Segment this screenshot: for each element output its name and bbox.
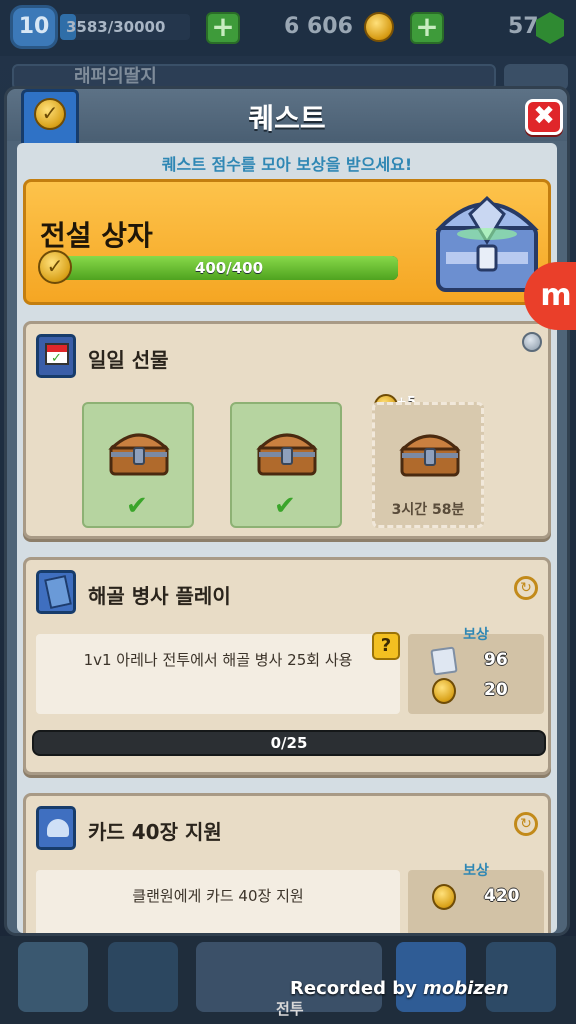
quest2-description: 클랜원에게 카드 40장 지원 <box>36 870 400 933</box>
gift-slot-1[interactable]: ✔ <box>82 402 194 528</box>
recording-watermark: Recorded by mobizen <box>290 978 509 999</box>
banner-title: 전설 상자 <box>40 219 153 252</box>
quest2-title: 카드 40장 지원 <box>88 820 222 844</box>
quest2-reward-box: 보상 420 <box>408 863 544 933</box>
close-button[interactable]: ✖ <box>525 99 563 135</box>
experience-card-icon <box>430 646 458 676</box>
reward-gold-value: 420 <box>484 886 520 906</box>
quest-medal-icon: ✓ <box>34 98 66 130</box>
quest-card-donate: 카드 40장 지원 ↻ 클랜원에게 카드 40장 지원 보상 420 <box>23 793 551 933</box>
top-hud: 10 3583/30000 + 6 606 + 57 <box>0 0 576 56</box>
gold-count: 6 606 <box>284 14 353 39</box>
calendar-icon: ✓ <box>36 334 76 378</box>
quest1-title: 해골 병사 플레이 <box>88 584 231 608</box>
pin-icon <box>522 332 542 352</box>
help-button[interactable]: ? <box>372 632 400 660</box>
quest1-reward-box: 보상 96 20 <box>408 627 544 714</box>
quest1-header: 해골 병사 플레이 ↻ <box>26 560 548 622</box>
reward-label: 보상 <box>463 863 489 879</box>
quest-card-skeletons: 해골 병사 플레이 ↻ 1v1 아레나 전투에서 해골 병사 25회 사용 ? … <box>23 557 551 775</box>
recorded-brand: mobizen <box>423 978 509 999</box>
reward-gold-row: 420 <box>432 884 532 912</box>
reward-xp-row: 96 <box>430 646 532 676</box>
reward-xp-value: 96 <box>484 650 508 670</box>
quest-points-icon: ✓ <box>38 250 72 284</box>
quest-points-icon <box>432 678 456 704</box>
reward-label: 보상 <box>463 627 489 643</box>
nav-clan[interactable] <box>396 942 466 1012</box>
banner-progress-bar: 400/400 <box>60 256 398 280</box>
cards-icon <box>36 570 76 614</box>
gem-count: 57 <box>508 14 539 39</box>
refresh-icon[interactable]: ↻ <box>514 576 538 600</box>
reward-points-value: 20 <box>484 680 508 700</box>
recorded-prefix: Recorded by <box>290 978 417 999</box>
level-badge: 10 <box>10 5 58 49</box>
xp-text: 3583/30000 <box>66 18 166 36</box>
reward-points-row: 20 <box>432 678 532 706</box>
daily-gift-title: 일일 선물 <box>88 348 169 372</box>
nav-cards[interactable] <box>108 942 178 1012</box>
quest1-progress-bar: 0/25 <box>32 730 546 756</box>
wooden-chest-icon <box>108 433 170 476</box>
gift-slot-2[interactable]: ✔ <box>230 402 342 528</box>
calendar-page-icon: ✓ <box>45 343 69 366</box>
modal-body: 퀘스트 점수를 모아 보상을 받으세요! 전설 상자 ✓ 400/400 ✓ 일… <box>17 143 557 933</box>
quest-modal: 퀘스트 ✓ ✖ 퀘스트 점수를 모아 보상을 받으세요! 전설 상자 ✓ 400… <box>4 86 570 936</box>
gold-coin-icon <box>432 884 456 910</box>
wooden-chest-icon <box>399 434 461 477</box>
quest1-description: 1v1 아레나 전투에서 해골 병사 25회 사용 <box>36 634 400 714</box>
legendary-chest-banner[interactable]: 전설 상자 ✓ 400/400 <box>23 179 551 305</box>
claimed-check-icon: ✔ <box>126 491 148 521</box>
gift-slot-3[interactable]: 3시간 58분 <box>372 402 484 528</box>
wooden-chest-icon <box>256 433 318 476</box>
gem-icon <box>536 12 564 44</box>
game-screen: 10 3583/30000 + 6 606 + 57 래퍼의딸지 퀘스트 ✓ ✖… <box>0 0 576 1024</box>
gold-coin-icon <box>364 12 394 42</box>
nav-battle-label: 전투 <box>276 1000 304 1018</box>
modal-title: 퀘스트 <box>248 102 326 135</box>
banner-progress-text: 400/400 <box>194 259 264 277</box>
refresh-icon[interactable]: ↻ <box>514 812 538 836</box>
modal-subtitle: 퀘스트 점수를 모아 보상을 받으세요! <box>161 155 413 174</box>
gift-timer: 3시간 58분 <box>391 502 465 518</box>
xp-bar: 3583/30000 <box>60 14 190 40</box>
daily-gift-header: ✓ 일일 선물 <box>26 324 548 386</box>
add-gold-button[interactable]: + <box>206 12 240 44</box>
claimed-check-icon: ✔ <box>274 491 296 521</box>
nav-tournament[interactable] <box>486 942 556 1012</box>
nav-shop[interactable] <box>18 942 88 1012</box>
modal-header: 퀘스트 ✓ ✖ <box>7 89 567 153</box>
daily-gift-card: ✓ 일일 선물 ✔ ✔ 3시간 58분 <box>23 321 551 539</box>
add-gems-button[interactable]: + <box>410 12 444 44</box>
clan-members-icon <box>36 806 76 850</box>
quest2-header: 카드 40장 지원 ↻ <box>26 796 548 858</box>
